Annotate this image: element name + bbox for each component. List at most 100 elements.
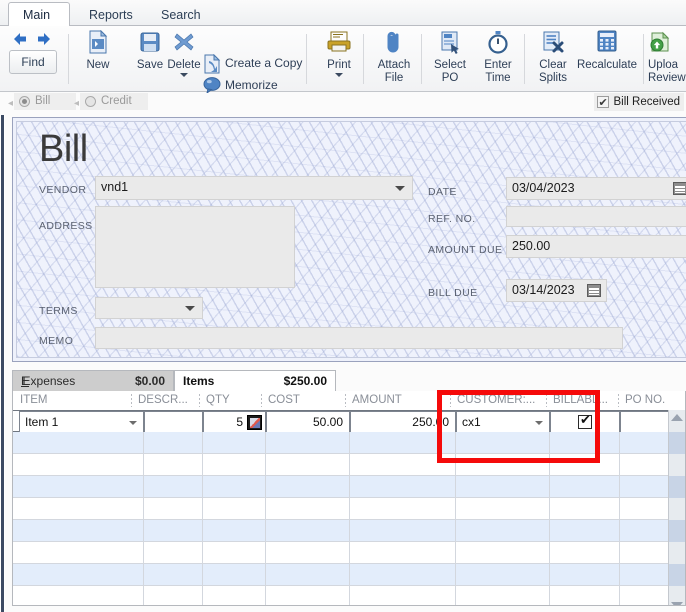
chevron-down-icon[interactable] [185, 306, 195, 311]
cell-billable[interactable] [550, 411, 620, 433]
tab-items[interactable]: Items $250.00 [174, 370, 336, 391]
chevron-down-icon[interactable] [129, 421, 137, 425]
cell-item[interactable] [13, 432, 144, 454]
radio-bill[interactable]: ◂ Bill [8, 93, 76, 110]
chevron-down-icon[interactable] [395, 186, 405, 191]
cell-billable[interactable] [550, 542, 620, 564]
select-po-button[interactable]: Select PO [424, 30, 476, 88]
cell-cost[interactable] [266, 586, 350, 605]
cell-amount[interactable] [350, 520, 456, 542]
table-row[interactable] [13, 476, 685, 498]
cell-description[interactable] [144, 411, 203, 433]
cell-amount[interactable] [350, 476, 456, 498]
cell-po-no[interactable] [620, 454, 670, 476]
cell-qty[interactable] [203, 432, 266, 454]
column-header-amount[interactable]: AMOUNT [345, 391, 450, 410]
cell-billable[interactable] [550, 476, 620, 498]
recalculate-button[interactable]: Recalculate [575, 30, 639, 88]
cell-description[interactable] [144, 564, 203, 586]
cell-customer[interactable] [456, 454, 550, 476]
cell-customer[interactable] [456, 432, 550, 454]
calendar-icon[interactable] [673, 182, 686, 195]
cell-po-no[interactable] [620, 564, 670, 586]
cell-item[interactable] [13, 454, 144, 476]
cell-qty[interactable]: 5 [203, 411, 266, 433]
table-row[interactable] [13, 454, 685, 476]
cell-item[interactable] [13, 520, 144, 542]
cell-po-no[interactable] [620, 586, 670, 605]
bill-due-input[interactable]: 03/14/2023 [506, 279, 607, 302]
cell-qty[interactable] [203, 498, 266, 520]
table-row[interactable] [13, 520, 685, 542]
tab-reports[interactable]: Reports [74, 2, 144, 27]
cell-cost[interactable]: 50.00 [266, 411, 350, 433]
ref-no-input[interactable] [506, 206, 686, 227]
scrollbar-track-4[interactable] [669, 498, 685, 520]
cell-item[interactable] [13, 498, 144, 520]
tab-expenses[interactable]: EExpenses $0.00 [12, 370, 174, 391]
chevron-down-icon[interactable] [535, 421, 543, 425]
calendar-icon[interactable] [587, 284, 601, 297]
column-header-qty[interactable]: QTY [199, 391, 261, 410]
cell-billable[interactable] [550, 520, 620, 542]
cell-description[interactable] [144, 476, 203, 498]
cell-description[interactable] [144, 498, 203, 520]
amount-due-input[interactable]: 250.00 [506, 235, 686, 258]
cell-description[interactable] [144, 520, 203, 542]
cell-cost[interactable] [266, 498, 350, 520]
table-row[interactable] [13, 432, 685, 454]
radio-credit[interactable]: ◂ Credit [74, 93, 148, 110]
scrollbar-down-button[interactable] [669, 586, 685, 605]
cell-customer[interactable]: cx1 [456, 411, 550, 433]
chevron-down-icon[interactable] [180, 72, 188, 77]
cell-item[interactable] [13, 586, 144, 605]
cell-description[interactable] [144, 432, 203, 454]
cell-description[interactable] [144, 542, 203, 564]
cell-description[interactable] [144, 586, 203, 605]
cell-cost[interactable] [266, 520, 350, 542]
cell-cost[interactable] [266, 432, 350, 454]
cell-description[interactable] [144, 454, 203, 476]
table-row[interactable] [13, 542, 685, 564]
tab-search[interactable]: Search [146, 2, 210, 27]
cell-qty[interactable] [203, 520, 266, 542]
new-button[interactable]: New [72, 30, 124, 88]
cell-amount[interactable]: 250.00 [350, 411, 456, 433]
scrollbar-track-5[interactable] [669, 520, 685, 542]
scrollbar-up-button[interactable] [669, 410, 685, 432]
cell-po-no[interactable] [620, 542, 670, 564]
scrollbar-track-2[interactable] [669, 454, 685, 476]
cell-po-no[interactable] [620, 432, 670, 454]
find-button[interactable]: Find [9, 50, 57, 74]
cell-amount[interactable] [350, 542, 456, 564]
column-header-po-no[interactable]: PO NO. [618, 391, 678, 410]
grid-vertical-scrollbar[interactable] [668, 410, 685, 605]
cell-item[interactable] [13, 476, 144, 498]
cell-cost[interactable] [266, 564, 350, 586]
cell-customer[interactable] [456, 476, 550, 498]
print-button[interactable]: Print [313, 30, 365, 88]
column-header-item[interactable]: ITEM [13, 391, 131, 410]
bill-received-checkbox[interactable]: Bill Received [593, 93, 684, 112]
cell-customer[interactable] [456, 520, 550, 542]
scrollbar-track-7[interactable] [669, 564, 685, 586]
chevron-down-icon[interactable] [335, 72, 343, 77]
scrollbar-track-3[interactable] [669, 476, 685, 498]
cell-billable[interactable] [550, 432, 620, 454]
cell-cost[interactable] [266, 476, 350, 498]
memo-input[interactable] [95, 327, 623, 349]
terms-dropdown[interactable] [95, 297, 203, 319]
arrow-left-icon[interactable] [10, 30, 30, 48]
cell-qty[interactable] [203, 586, 266, 605]
table-row[interactable] [13, 498, 685, 520]
cell-item[interactable] [13, 542, 144, 564]
table-row[interactable] [13, 586, 685, 605]
cell-amount[interactable] [350, 498, 456, 520]
cell-qty[interactable] [203, 454, 266, 476]
address-input[interactable] [95, 206, 295, 288]
cell-amount[interactable] [350, 564, 456, 586]
cell-customer[interactable] [456, 498, 550, 520]
cell-billable[interactable] [550, 498, 620, 520]
upload-review-button[interactable]: Uploa Review [648, 30, 686, 88]
vendor-input[interactable]: vnd1 [95, 176, 413, 200]
